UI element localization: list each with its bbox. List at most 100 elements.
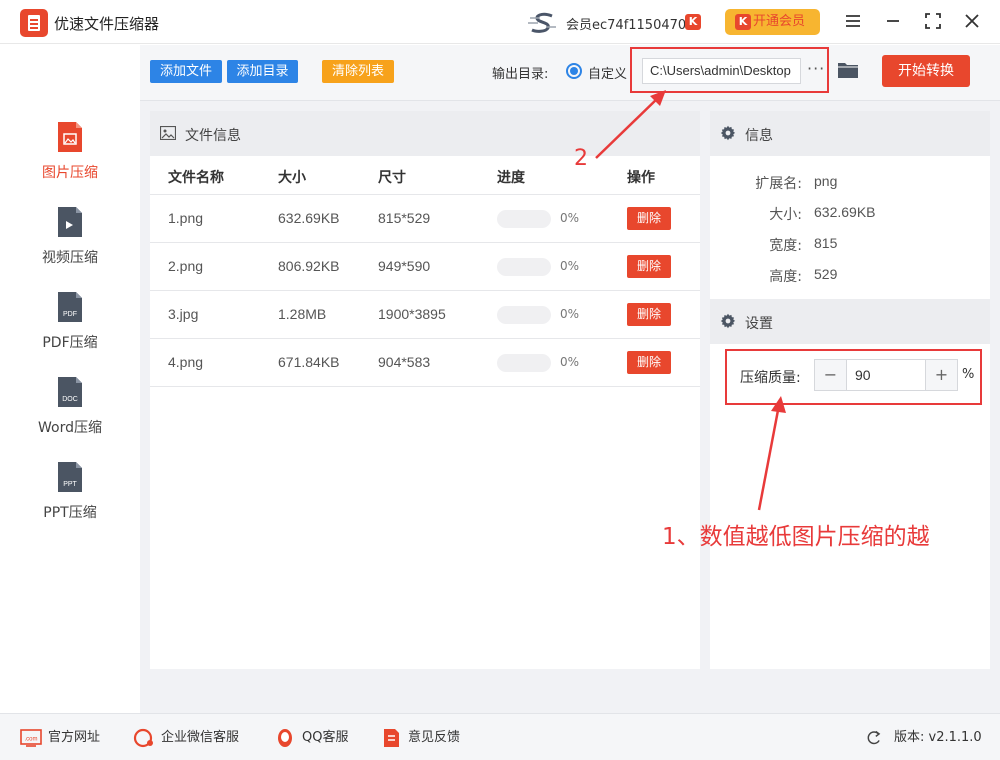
sidebar-item-word[interactable]: DOC Word压缩: [0, 375, 140, 455]
info-key: 大小:: [769, 207, 802, 223]
sidebar: 图片压缩 视频压缩 PDF PDF压缩 DOC Word压缩 PPT PPT压缩: [0, 45, 140, 713]
website-label: 官方网址: [48, 730, 101, 745]
ppt-file-icon: PPT: [58, 462, 82, 492]
file-panel-header: 文件信息: [150, 111, 700, 156]
output-dir-label: 输出目录:: [492, 67, 549, 82]
progress-percent: 0%: [560, 307, 580, 321]
wechat-icon: [133, 728, 153, 748]
folder-icon[interactable]: [837, 61, 859, 79]
sidebar-item-video[interactable]: 视频压缩: [0, 205, 140, 285]
sidebar-item-label: PDF压缩: [42, 335, 98, 351]
file-dims: 815*529: [378, 210, 431, 226]
info-key: 宽度:: [769, 238, 802, 254]
gear-icon: [720, 125, 736, 141]
close-icon[interactable]: [961, 10, 983, 32]
file-name: 2.png: [168, 258, 204, 274]
delete-button[interactable]: 删除: [627, 303, 671, 326]
sidebar-item-image[interactable]: 图片压缩: [0, 120, 140, 200]
table-row[interactable]: 2.png 806.92KB 949*590 0% 删除: [150, 243, 700, 291]
refresh-icon: [867, 730, 881, 745]
add-file-button[interactable]: 添加文件: [150, 60, 222, 83]
sidebar-item-ppt[interactable]: PPT PPT压缩: [0, 460, 140, 540]
info-value: 529: [814, 266, 838, 282]
file-list-panel: 文件信息 文件名称 大小 尺寸 进度 操作 1.png 632.69KB 815…: [150, 111, 700, 669]
file-dims: 904*583: [378, 354, 431, 370]
annotation-box-quality: [725, 349, 982, 405]
doc-file-icon: DOC: [58, 377, 82, 407]
vip-k-icon: K: [735, 14, 751, 30]
feedback-icon: [384, 729, 399, 747]
sidebar-item-label: 视频压缩: [42, 250, 98, 266]
app-logo-icon: [20, 9, 48, 37]
minimize-icon[interactable]: [882, 10, 904, 32]
info-value: 632.69KB: [814, 204, 876, 220]
delete-button[interactable]: 删除: [627, 255, 671, 278]
file-panel-title: 文件信息: [185, 128, 241, 144]
info-key: 高度:: [769, 269, 802, 285]
image-file-icon: [58, 122, 82, 152]
file-size: 632.69KB: [278, 210, 340, 226]
qq-link[interactable]: QQ客服: [274, 729, 348, 749]
member-id: 会员ec74f1150470: [566, 18, 687, 33]
info-key: 扩展名:: [755, 176, 802, 192]
file-size: 806.92KB: [278, 258, 340, 274]
version-label: 版本: v2.1.1.0: [894, 730, 982, 745]
custom-radio[interactable]: [566, 63, 582, 79]
footer: .com 官方网址 企业微信客服 QQ客服 意见反馈 版本: v2.1.1.0: [0, 713, 1000, 760]
column-header-size: 大小: [278, 170, 306, 186]
settings-panel-title: 设置: [745, 316, 773, 332]
progress-bar: [497, 306, 551, 324]
maximize-icon[interactable]: [922, 10, 944, 32]
start-convert-button[interactable]: 开始转换: [882, 55, 970, 87]
info-value: 815: [814, 235, 838, 251]
progress-percent: 0%: [560, 355, 580, 369]
table-row[interactable]: 4.png 671.84KB 904*583 0% 删除: [150, 339, 700, 387]
file-name: 3.jpg: [168, 306, 199, 322]
delete-button[interactable]: 删除: [627, 207, 671, 230]
progress-bar: [497, 258, 551, 276]
sidebar-item-label: PPT压缩: [43, 505, 97, 521]
sidebar-item-pdf[interactable]: PDF PDF压缩: [0, 290, 140, 370]
file-dims: 949*590: [378, 258, 431, 274]
sidebar-item-label: 图片压缩: [42, 165, 98, 181]
sidebar-item-label: Word压缩: [38, 420, 102, 436]
file-size: 1.28MB: [278, 306, 327, 322]
file-size: 671.84KB: [278, 354, 340, 370]
table-row[interactable]: 3.jpg 1.28MB 1900*3895 0% 删除: [150, 291, 700, 339]
svg-text:PPT: PPT: [63, 481, 77, 488]
annotation-2-label: 2: [574, 146, 588, 171]
svg-text:.com: .com: [24, 737, 37, 743]
progress-bar: [497, 354, 551, 372]
qq-label: QQ客服: [302, 730, 349, 745]
website-icon: .com: [20, 729, 42, 747]
member-badge-icon: K: [685, 14, 701, 30]
file-name: 1.png: [168, 210, 204, 226]
image-icon: [160, 126, 176, 140]
custom-label: 自定义: [588, 67, 628, 82]
file-dims: 1900*3895: [378, 306, 446, 322]
column-header-action: 操作: [627, 170, 655, 186]
wechat-label: 企业微信客服: [161, 730, 240, 745]
clear-list-button[interactable]: 清除列表: [322, 60, 394, 83]
delete-button[interactable]: 删除: [627, 351, 671, 374]
feedback-link[interactable]: 意见反馈: [380, 729, 460, 749]
column-header-name: 文件名称: [168, 170, 224, 186]
vip-label: 开通会员: [753, 14, 806, 29]
wechat-link[interactable]: 企业微信客服: [133, 728, 240, 749]
svg-text:PDF: PDF: [63, 311, 77, 318]
website-link[interactable]: .com 官方网址: [20, 729, 100, 749]
vip-button[interactable]: K 开通会员: [725, 9, 820, 35]
info-panel-title: 信息: [745, 128, 773, 144]
svg-text:DOC: DOC: [62, 396, 78, 403]
member-s-icon: [528, 12, 556, 33]
add-folder-button[interactable]: 添加目录: [227, 60, 298, 83]
pdf-file-icon: PDF: [58, 292, 82, 322]
app-title: 优速文件压缩器: [54, 15, 160, 33]
qq-icon: [278, 729, 292, 747]
column-header-dims: 尺寸: [378, 170, 406, 186]
gear-icon: [720, 313, 736, 329]
annotation-1-label: 1、数值越低图片压缩的越: [662, 524, 930, 550]
menu-icon[interactable]: [842, 10, 864, 32]
version-info: 版本: v2.1.1.0: [866, 729, 982, 749]
table-row[interactable]: 1.png 632.69KB 815*529 0% 删除: [150, 195, 700, 243]
